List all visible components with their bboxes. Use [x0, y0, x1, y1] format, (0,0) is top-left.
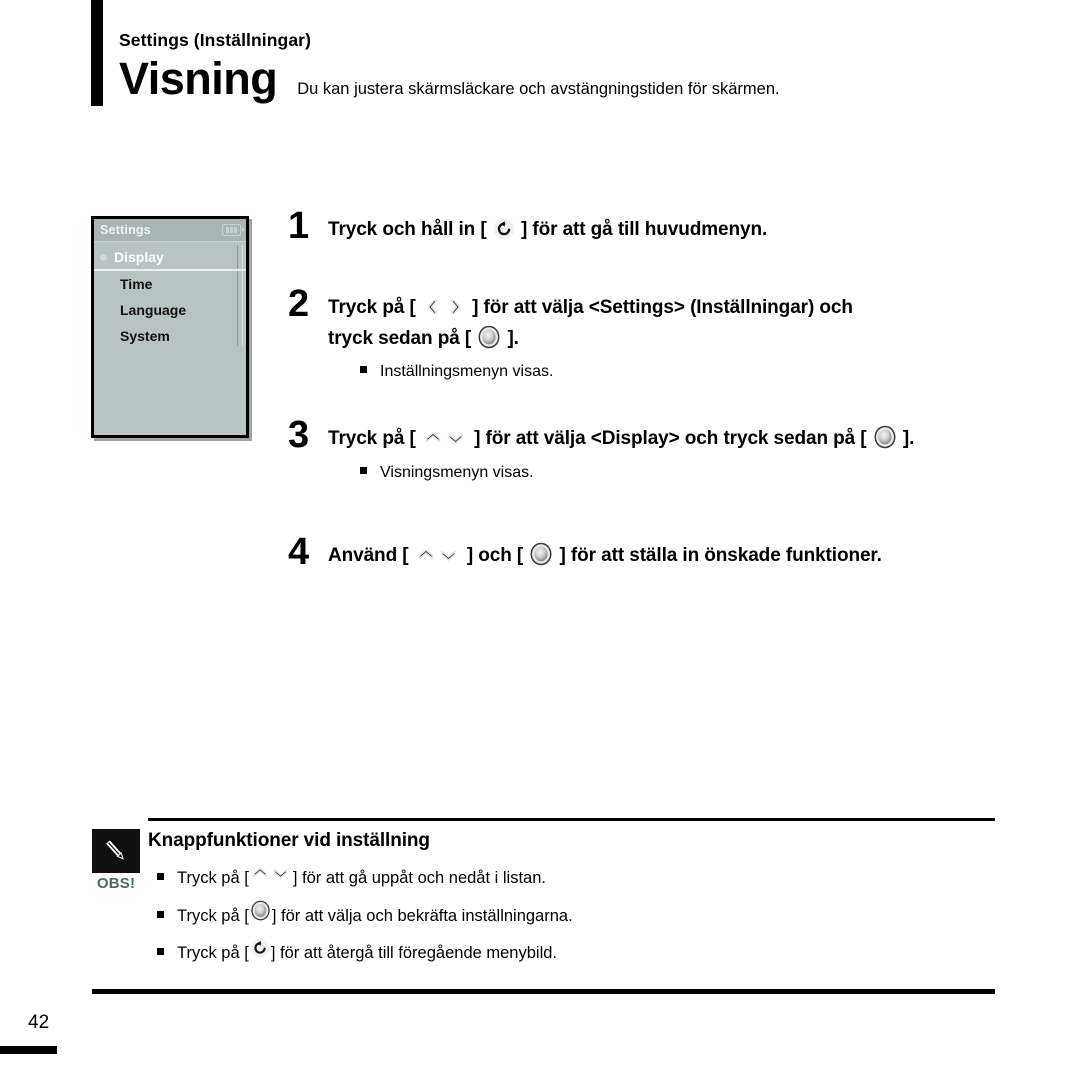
note-line: Tryck på [ ] för att återgå till föregåe… — [157, 938, 995, 963]
instruction-steps: 1 Tryck och håll in [ ] för att gå till … — [288, 205, 1018, 574]
lcd-item-system[interactable]: System — [94, 323, 246, 349]
lcd-item-label: Time — [120, 276, 153, 292]
note-line-after: ] för att gå uppåt och nedåt i listan. — [292, 869, 546, 887]
note-inner: OBS! Knappfunktioner vid inställning Try… — [92, 821, 995, 975]
note-line-before: Tryck på [ — [177, 944, 249, 962]
step-text-middle: ] och [ — [466, 545, 524, 567]
note-divider-bottom — [92, 989, 995, 994]
step-substep: Inställningsmenyn visas. — [360, 363, 1018, 381]
square-bullet-icon — [157, 873, 164, 880]
step-text-before: Tryck och håll in [ — [328, 219, 487, 240]
step-text-after: ]. — [507, 327, 519, 349]
lcd-item-display[interactable]: Display — [94, 245, 246, 271]
lcd-titlebar: Settings — [94, 219, 246, 242]
step-text: Tryck på [ ] för att välja <Display> och… — [328, 424, 1018, 455]
page-title: Visning — [119, 53, 278, 104]
page-subtitle: Du kan justera skärmsläckare och avstäng… — [297, 80, 780, 98]
step-text-after: ] för att gå till huvudmenyn. — [520, 219, 768, 240]
return-icon — [493, 218, 515, 240]
step-substep: Visningsmenyn visas. — [360, 464, 1018, 482]
step-text-before: Använd [ — [328, 545, 409, 567]
step-text-before: Tryck på [ — [328, 296, 416, 318]
step-number: 4 — [288, 531, 309, 574]
step-text-line-1: Tryck på [ ] för att välja <Settings> (I… — [328, 293, 1018, 324]
lcd-item-label: System — [120, 328, 170, 344]
select-icon — [873, 425, 897, 449]
note-line-before: Tryck på [ — [177, 869, 249, 887]
lcd-item-label: Display — [114, 249, 164, 265]
substep-text: Inställningsmenyn visas. — [380, 363, 554, 381]
page-number: 42 — [28, 1012, 50, 1033]
step-text-middle: ] för att välja <Display> och tryck seda… — [474, 428, 867, 450]
step-number: 3 — [288, 414, 309, 457]
return-icon — [250, 938, 270, 958]
square-bullet-icon — [360, 366, 367, 374]
step-text-after: ] för att ställa in önskade funktioner. — [559, 545, 882, 567]
lcd-title: Settings — [100, 223, 151, 237]
step-text: Tryck och håll in [ ] för att gå till hu… — [328, 215, 1018, 246]
square-bullet-icon — [157, 948, 164, 955]
device-screen-mockup: Settings Display Time Language System — [91, 216, 249, 438]
up-down-chevron-icon — [250, 863, 292, 883]
note-badge: OBS! — [92, 829, 140, 892]
square-bullet-icon — [360, 467, 367, 475]
lcd-item-label: Language — [120, 302, 187, 318]
step-text-before: Tryck på [ — [328, 428, 416, 450]
step-2: 2 Tryck på [ ] för att välja <Settings> … — [288, 282, 1018, 382]
footer-accent-bar — [0, 1046, 57, 1054]
battery-icon — [222, 224, 244, 236]
step-1: 1 Tryck och håll in [ ] för att gå till … — [288, 205, 1018, 247]
select-icon — [250, 900, 271, 921]
note-line-after: ] för att återgå till föregående menybil… — [270, 944, 557, 962]
note-line: Tryck på [ ] för att välja och bekräfta … — [157, 900, 995, 926]
pencil-icon — [92, 829, 140, 873]
note-line-after: ] för att välja och bekräfta inställning… — [271, 907, 573, 925]
step-3: 3 Tryck på [ ] för att välja <Display> o… — [288, 414, 1018, 482]
select-icon — [529, 542, 553, 566]
selection-dot-icon — [100, 253, 107, 261]
note-heading: Knappfunktioner vid inställning — [148, 830, 430, 851]
note-line: Tryck på [ ] för att gå uppåt och nedåt … — [157, 863, 995, 888]
step-body: Tryck och håll in [ ] för att gå till hu… — [328, 208, 1018, 246]
step-text-before: tryck sedan på [ — [328, 327, 472, 349]
step-text-after: ] för att välja <Settings> (Inställninga… — [472, 296, 853, 318]
step-text-after: ]. — [902, 428, 915, 450]
lcd-menu-list: Display Time Language System — [94, 242, 246, 349]
up-down-chevron-icon — [415, 544, 461, 566]
square-bullet-icon — [157, 911, 164, 918]
step-number: 2 — [288, 282, 309, 325]
lcd-item-language[interactable]: Language — [94, 297, 246, 323]
step-body: Tryck på [ ] för att välja <Display> och… — [328, 417, 1018, 482]
note-content: Knappfunktioner vid inställning Tryck på… — [148, 829, 995, 975]
title-row: Visning Du kan justera skärmsläckare och… — [119, 53, 1019, 104]
page-header: Settings (Inställningar) Visning Du kan … — [119, 30, 1019, 102]
note-line-before: Tryck på [ — [177, 907, 249, 925]
breadcrumb: Settings (Inställningar) — [119, 30, 311, 50]
note-box: OBS! Knappfunktioner vid inställning Try… — [92, 818, 995, 994]
up-down-chevron-icon — [422, 427, 468, 449]
header-accent-bar — [91, 0, 103, 106]
step-text: Använd [ ] och [] för att ställa in öns… — [328, 541, 1018, 572]
step-text-line-2: tryck sedan på []. — [328, 324, 1018, 355]
step-number: 1 — [288, 205, 309, 247]
note-badge-label: OBS! — [96, 875, 136, 892]
select-icon — [477, 325, 501, 349]
lcd-item-time[interactable]: Time — [94, 271, 246, 297]
left-right-chevron-icon — [422, 296, 466, 318]
substep-text: Visningsmenyn visas. — [380, 464, 534, 482]
step-body: Använd [ ] och [] för att ställa in öns… — [328, 534, 1018, 572]
step-4: 4 Använd [ ] och [] för att ställa in ö… — [288, 531, 1018, 574]
step-body: Tryck på [ ] för att välja <Settings> (I… — [328, 286, 1018, 382]
